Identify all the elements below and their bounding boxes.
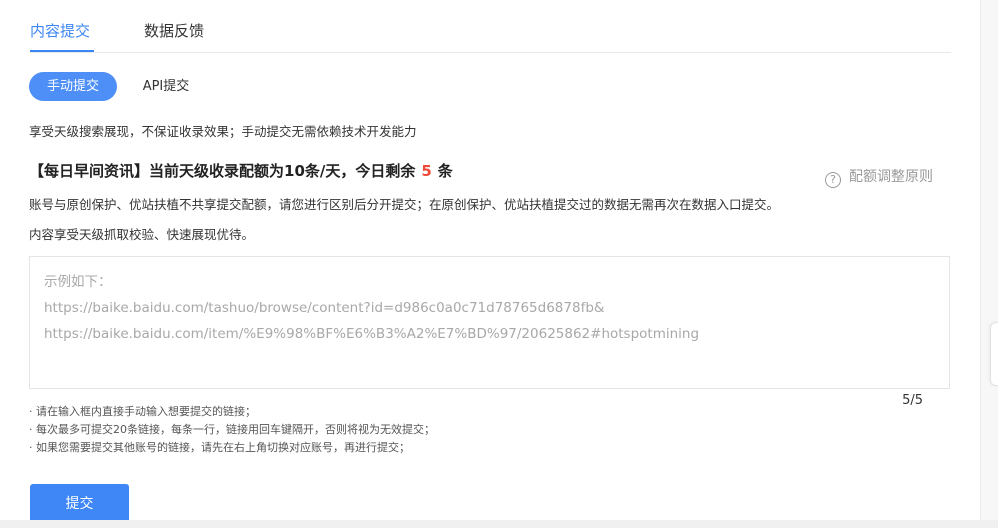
side-drawer-handle[interactable] bbox=[990, 322, 998, 386]
quota-headline: 【每日早间资讯】当前天级收录配额为10条/天，今日剩余 5 条 bbox=[29, 160, 453, 181]
note-item: · 如果您需要提交其他账号的链接，请先在右上角切换对应账号，再进行提交； bbox=[29, 441, 410, 454]
page-edge bbox=[981, 0, 998, 528]
quota-unit: 条 bbox=[437, 162, 453, 180]
remaining-count: 5 bbox=[421, 162, 432, 180]
description-line: 内容享受天级抓取校验、快速展现优待。 bbox=[29, 227, 255, 242]
active-tab-indicator bbox=[30, 50, 94, 52]
manual-submit-button[interactable]: 手动提交 bbox=[29, 72, 117, 101]
link-counter: 5/5 bbox=[902, 393, 923, 408]
placeholder-line: https://baike.baidu.com/item/%E9%98%BF%E… bbox=[44, 326, 700, 342]
tab-content-submit[interactable]: 内容提交 bbox=[30, 21, 90, 41]
api-submit-button[interactable]: API提交 bbox=[128, 72, 204, 101]
content-submit-panel: 内容提交 数据反馈 手动提交 API提交 享受天级搜索展现，不保证收录效果；手动… bbox=[0, 0, 981, 524]
note-item: · 每次最多可提交20条链接，每条一行，链接用回车键隔开，否则将视为无效提交； bbox=[29, 423, 435, 436]
description-line: 账号与原创保护、优站扶植不共享提交配额，请您进行区别后分开提交；在原创保护、优站… bbox=[29, 197, 780, 212]
tab-data-feedback[interactable]: 数据反馈 bbox=[144, 21, 204, 41]
url-input-textarea[interactable]: 示例如下： https://baike.baidu.com/tashuo/bro… bbox=[29, 256, 950, 389]
placeholder-line: 示例如下： bbox=[44, 274, 112, 290]
intro-text: 享受天级搜索展现，不保证收录效果；手动提交无需依赖技术开发能力 bbox=[29, 124, 417, 139]
note-item: · 请在输入框内直接手动输入想要提交的链接； bbox=[29, 405, 256, 418]
quota-rule-label: 配额调整原则 bbox=[849, 169, 933, 185]
bottom-edge bbox=[0, 520, 998, 528]
question-circle-icon: ? bbox=[825, 172, 841, 188]
quota-headline-text: 【每日早间资讯】当前天级收录配额为10条/天，今日剩余 bbox=[29, 162, 416, 180]
tab-bar: 内容提交 数据反馈 bbox=[30, 12, 951, 53]
submission-notes: · 请在输入框内直接手动输入想要提交的链接； · 每次最多可提交20条链接，每条… bbox=[29, 403, 435, 457]
placeholder-line: https://baike.baidu.com/tashuo/browse/co… bbox=[44, 300, 605, 316]
quota-rule-link[interactable]: ? 配额调整原则 bbox=[825, 166, 933, 188]
submit-button[interactable]: 提交 bbox=[30, 484, 129, 524]
